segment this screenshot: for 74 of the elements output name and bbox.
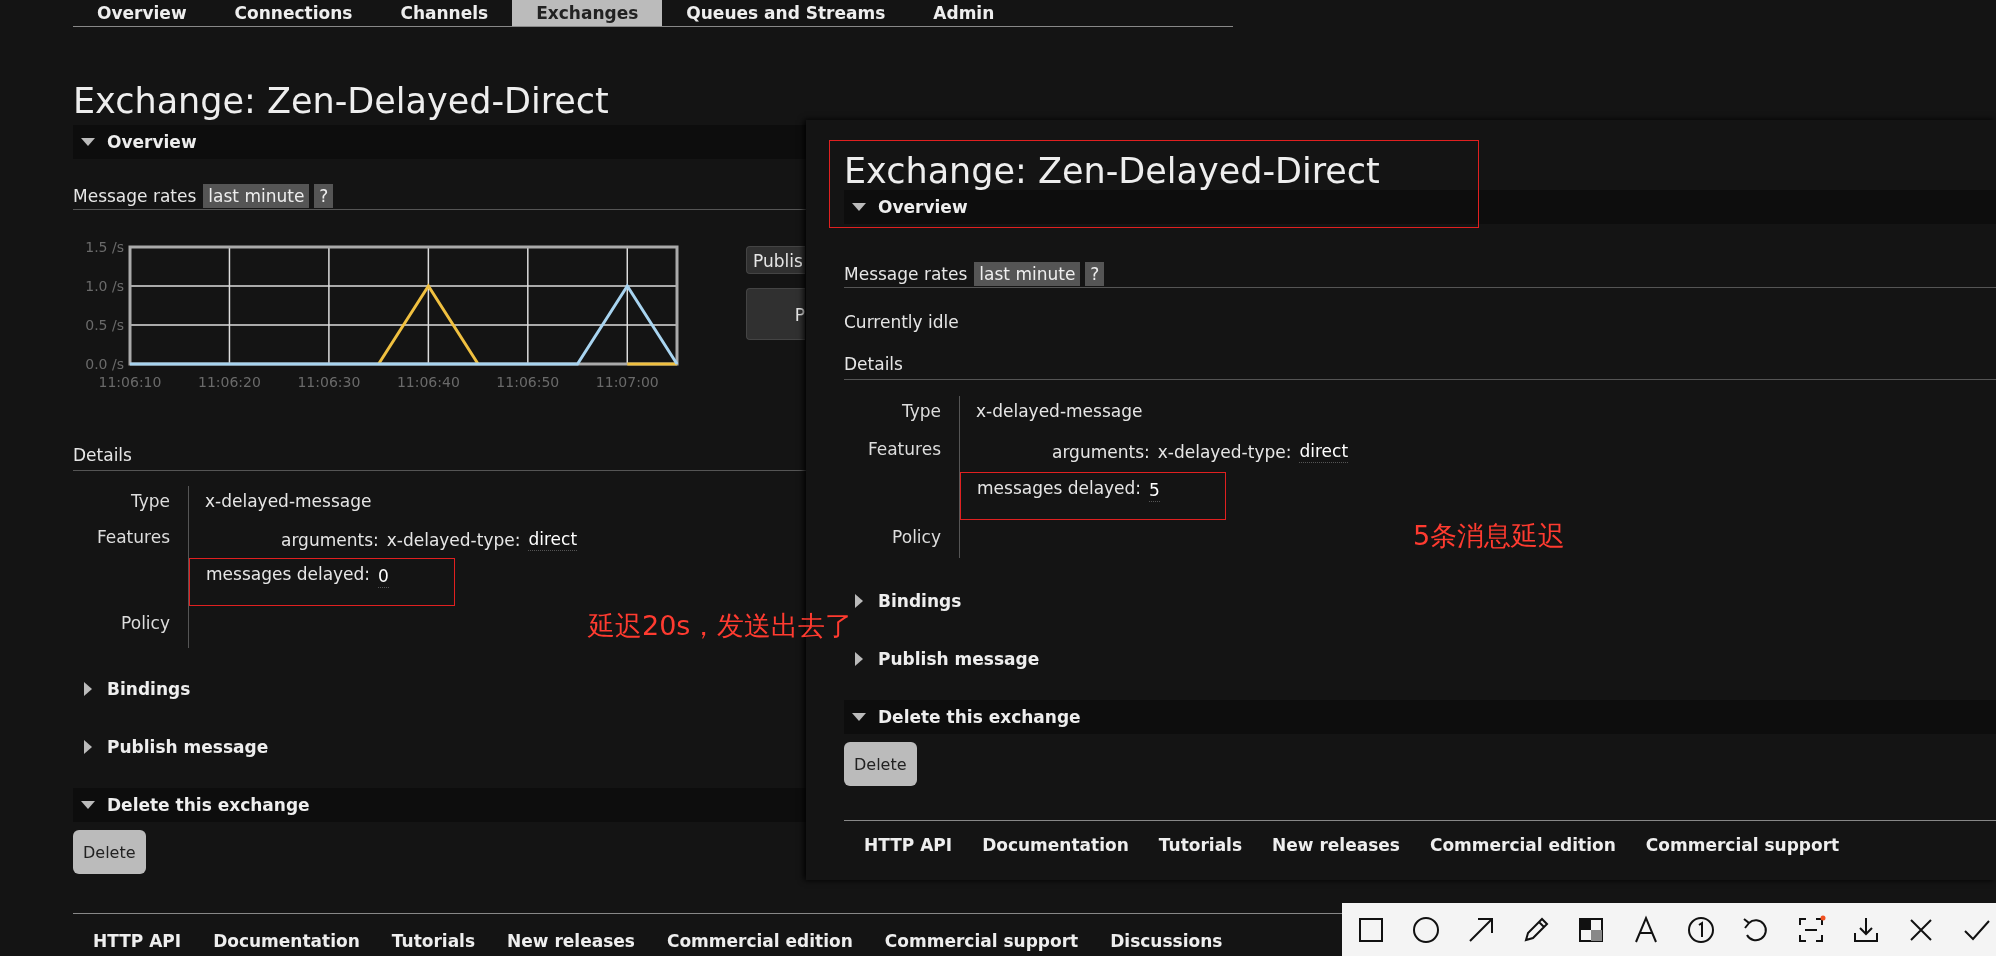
delayed-label: messages delayed: [977, 477, 1142, 500]
argument-value: direct [1299, 440, 1349, 463]
footer-link[interactable]: Tutorials [1158, 835, 1243, 855]
delete-button[interactable]: Delete [73, 830, 146, 874]
help-button[interactable]: ? [314, 184, 334, 208]
field-label: Type [73, 486, 189, 522]
page-title: Exchange: Zen-Delayed-Direct [844, 152, 1381, 190]
rates-label: Message rates [73, 186, 197, 206]
details-heading: Details [73, 444, 806, 471]
x-axis-label: 11:07:00 [595, 374, 659, 390]
range-selector[interactable]: last minute [974, 262, 1081, 286]
section-header[interactable]: Overview [844, 190, 1996, 224]
footer-link[interactable]: Commercial support [1645, 835, 1840, 855]
y-axis-label: 1.0 /s [85, 278, 124, 294]
numbered-marker-icon[interactable] [1686, 914, 1716, 945]
scan-icon[interactable] [1796, 914, 1826, 945]
argument-name: x-delayed-type: [386, 529, 521, 552]
delayed-count: 5 [1149, 479, 1160, 502]
footer-link[interactable]: Commercial edition [1429, 835, 1616, 855]
y-axis-label: 0.0 /s [85, 356, 124, 372]
y-axis-label: 1.5 /s [85, 240, 124, 255]
footer-link[interactable]: Documentation [982, 835, 1129, 855]
section-header[interactable]: Delete this exchange [73, 788, 806, 822]
delete-button[interactable]: Delete [844, 742, 917, 786]
nav-tab[interactable]: Connections [210, 0, 377, 26]
nav-tab[interactable]: Overview [73, 0, 211, 26]
section-header[interactable]: Bindings [73, 672, 806, 706]
details-heading: Details [844, 353, 1996, 380]
delayed-label: messages delayed: [206, 563, 371, 586]
side-button[interactable]: Publis [746, 246, 805, 274]
field-label: Policy [73, 608, 189, 648]
annotation-text: 延迟20s，发送出去了 [588, 609, 853, 643]
argument-name: x-delayed-type: [1157, 441, 1292, 464]
nav-tab[interactable]: Admin [909, 0, 1019, 26]
status-text: Currently idle [844, 311, 960, 334]
field-label: Type [844, 396, 960, 434]
x-axis-label: 11:06:50 [496, 374, 560, 390]
field-label: Policy [844, 522, 960, 558]
field-value: x-delayed-message [204, 490, 373, 513]
footer-link[interactable]: New releases [507, 931, 635, 951]
nav-tab[interactable]: Queues and Streams [662, 0, 910, 26]
page-title: Exchange: Zen-Delayed-Direct [73, 80, 610, 123]
section-header[interactable]: Delete this exchange [844, 700, 1996, 734]
field-label: Features [73, 522, 189, 558]
footer-link[interactable]: Commercial edition [666, 931, 853, 951]
footer-link[interactable]: HTTP API [93, 931, 182, 951]
delayed-count: 0 [378, 565, 389, 588]
footer-link[interactable]: Documentation [213, 931, 360, 951]
footer-link[interactable]: Discussions [1110, 931, 1223, 951]
footer-link[interactable]: Tutorials [391, 931, 476, 951]
y-axis-label: 0.5 /s [85, 317, 124, 333]
help-button[interactable]: ? [1085, 262, 1105, 286]
section-header[interactable]: Overview [73, 125, 806, 159]
annotation-text: 5条消息延迟 [1413, 519, 1566, 553]
argument-key: arguments: [1052, 434, 1150, 472]
x-axis-label: 11:06:40 [396, 374, 460, 390]
argument-value: direct [528, 528, 578, 551]
field-value: x-delayed-message [975, 400, 1144, 423]
footer-link[interactable]: Commercial support [884, 931, 1079, 951]
field-label: Features [844, 434, 960, 472]
rates-label: Message rates [844, 264, 968, 284]
footer-link[interactable]: HTTP API [864, 835, 953, 855]
footer-link[interactable]: New releases [1272, 835, 1400, 855]
side-button[interactable]: P [746, 288, 805, 340]
section-header[interactable]: Publish message [73, 730, 806, 764]
nav-tab[interactable]: Channels [376, 0, 513, 26]
circle-icon[interactable] [1411, 914, 1441, 945]
section-header[interactable]: Publish message [844, 642, 1996, 676]
x-axis-label: 11:06:30 [297, 374, 361, 390]
range-selector[interactable]: last minute [203, 184, 310, 208]
x-axis-label: 11:06:10 [98, 374, 162, 390]
x-axis-label: 11:06:20 [198, 374, 261, 390]
argument-key: arguments: [281, 522, 379, 558]
nav-tab[interactable]: Exchanges [512, 0, 663, 26]
